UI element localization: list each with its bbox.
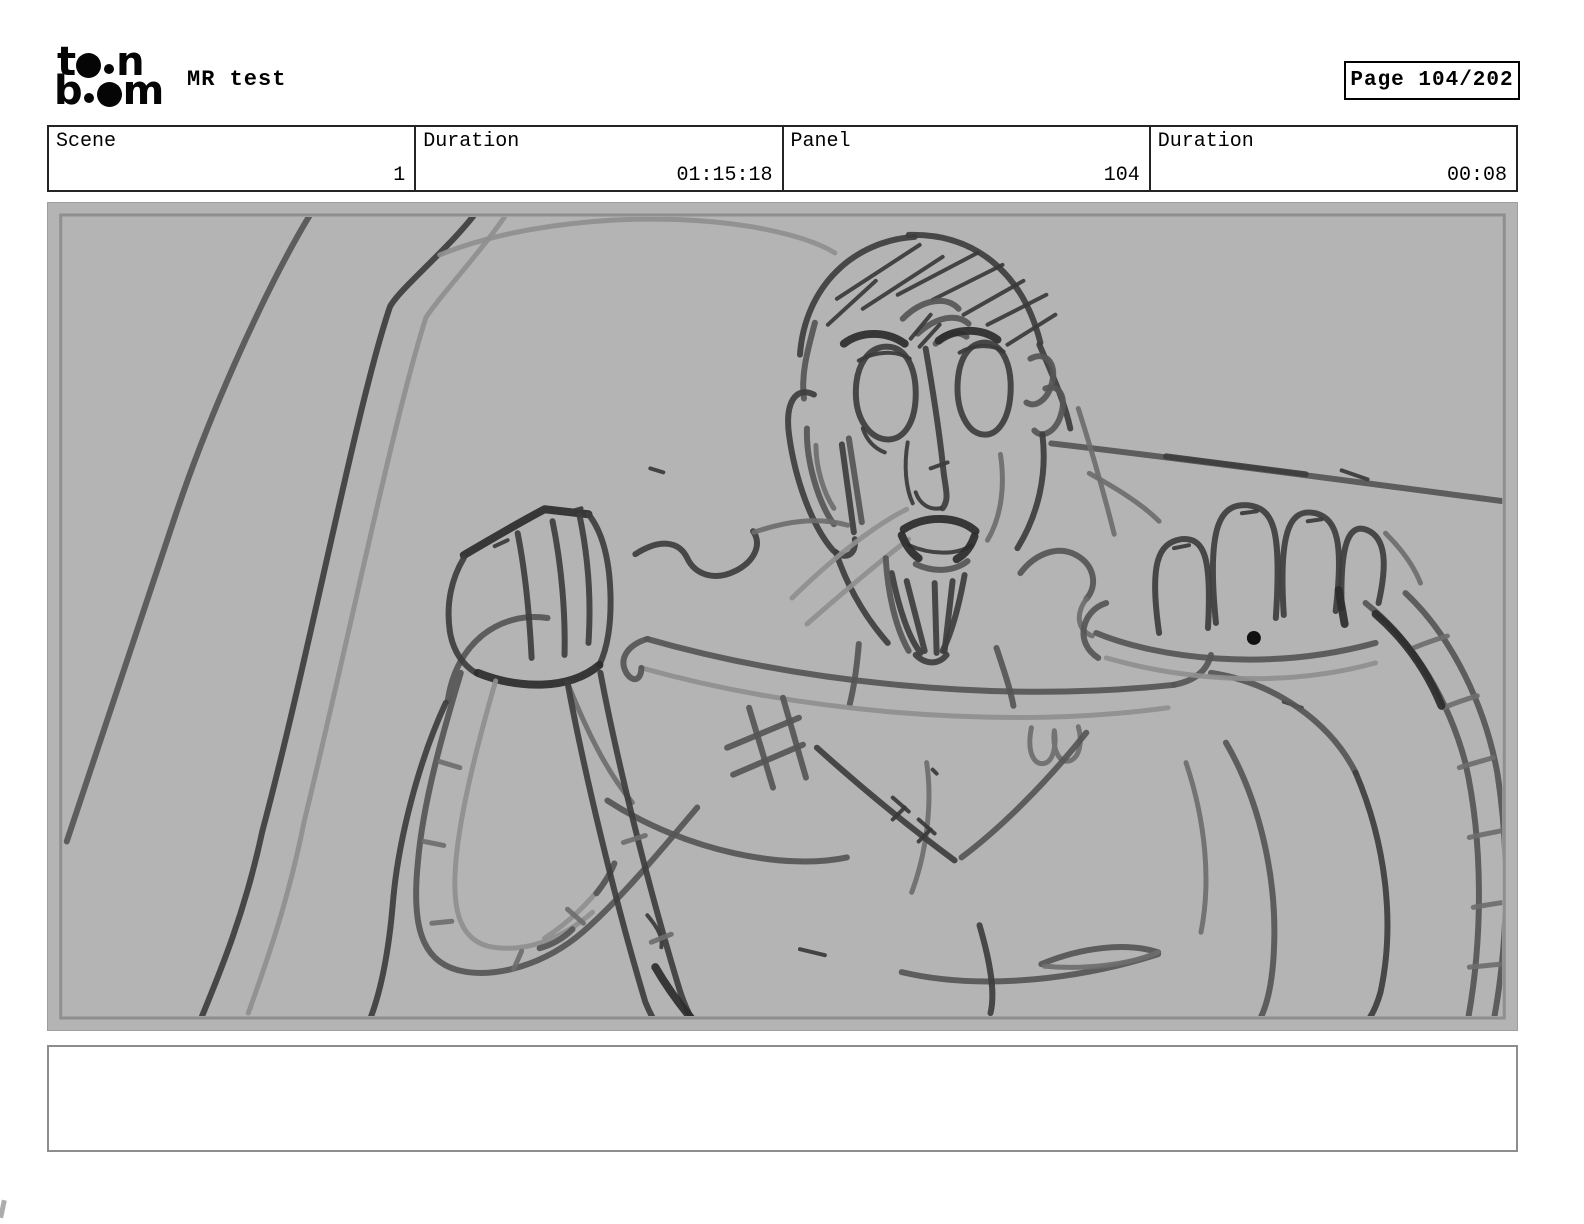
- logo-dot: [83, 92, 94, 103]
- storyboard-sketch: [59, 213, 1506, 1020]
- caption-box: [47, 1045, 1518, 1152]
- info-cell-panel: Panel 104: [781, 127, 1149, 190]
- info-label: Scene: [56, 130, 117, 153]
- info-cell-scene: Scene 1: [49, 127, 414, 190]
- toonboom-logo: t n b m: [54, 42, 165, 114]
- info-value: 104: [1103, 164, 1140, 187]
- info-value: 00:08: [1446, 164, 1507, 187]
- project-title: MR test: [187, 67, 287, 92]
- storyboard-panel-image: [47, 202, 1518, 1031]
- info-label: Duration: [1157, 130, 1254, 153]
- logo-dot: [76, 53, 102, 78]
- info-label: Duration: [423, 130, 520, 153]
- logo-letter: b: [54, 68, 83, 114]
- logo-letter: m: [122, 68, 165, 114]
- panel-info-table: Scene 1 Duration 01:15:18 Panel 104 Dura…: [47, 125, 1518, 192]
- page-number-box: Page 104/202: [1344, 61, 1520, 100]
- info-label: Panel: [790, 130, 851, 153]
- panel-inner-border: [59, 213, 1506, 1020]
- info-value: 01:15:18: [676, 164, 773, 187]
- info-value: 1: [393, 164, 406, 187]
- logo-line-2: b m: [54, 68, 165, 114]
- logo-dot: [104, 63, 115, 74]
- info-cell-panel-duration: Duration 00:08: [1148, 127, 1516, 190]
- info-cell-scene-duration: Duration 01:15:18: [414, 127, 781, 190]
- logo-dot: [96, 82, 122, 107]
- scan-artifact: [0, 1199, 7, 1219]
